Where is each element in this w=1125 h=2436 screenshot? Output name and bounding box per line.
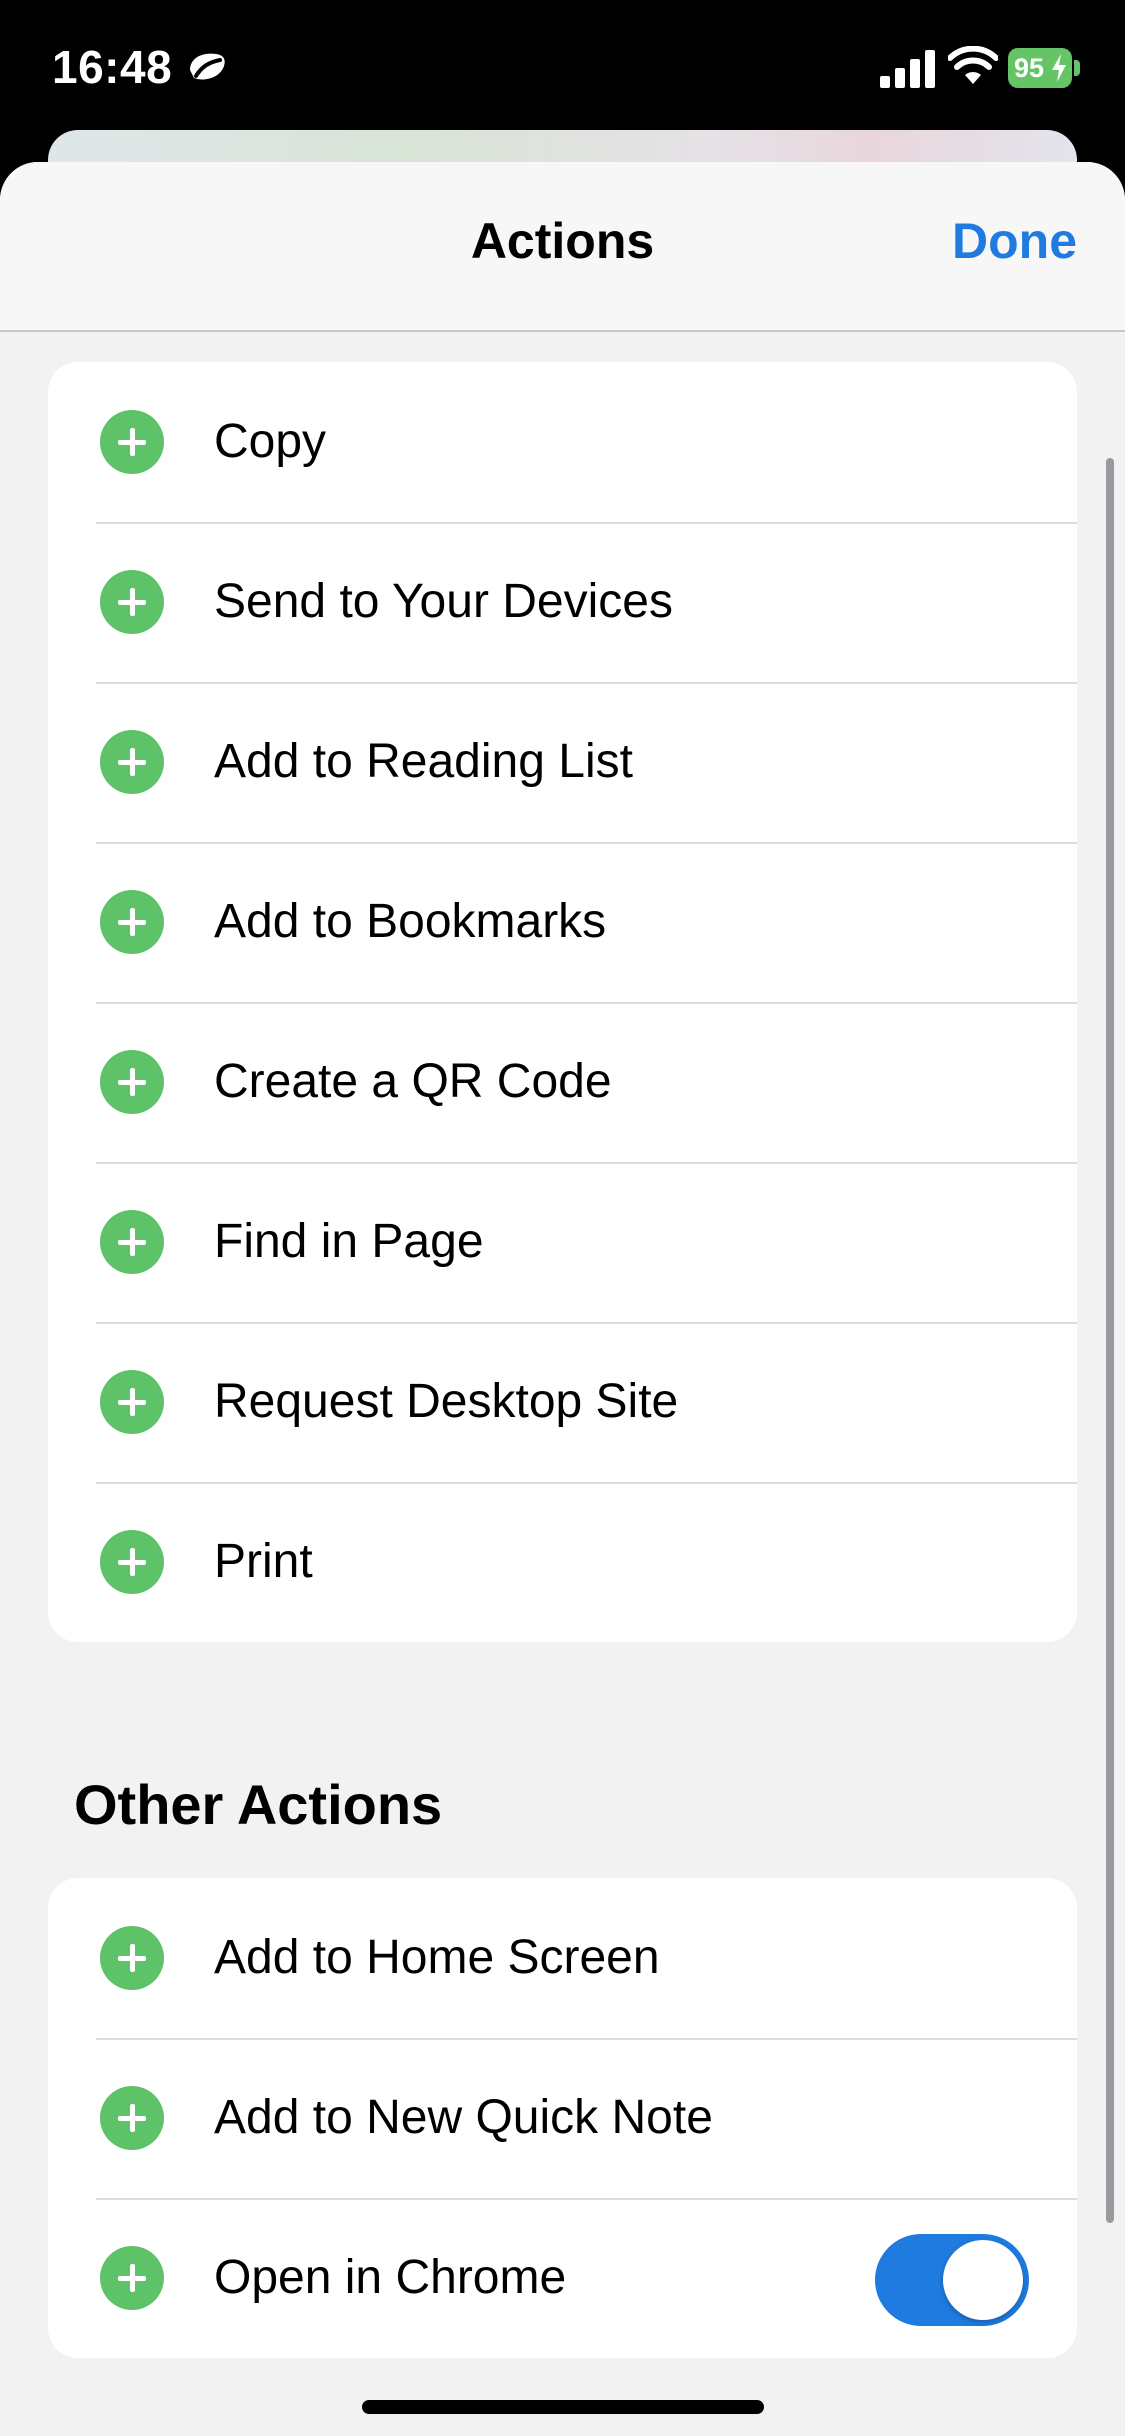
list-item-label: Add to Home Screen xyxy=(214,1931,660,1984)
list-item-label: Add to Reading List xyxy=(214,735,633,788)
actions-list: Copy Send to Your Devices Add to Reading… xyxy=(48,362,1077,1642)
open-in-chrome-toggle[interactable] xyxy=(875,2234,1029,2326)
battery-charging-icon xyxy=(1052,54,1066,82)
add-icon[interactable] xyxy=(100,1210,164,1274)
list-item-label: Add to Bookmarks xyxy=(214,895,607,948)
list-item[interactable]: Find in Page xyxy=(48,1162,1077,1322)
list-item-label: Create a QR Code xyxy=(214,1055,612,1108)
other-actions-list: Add to Home Screen Add to New Quick Note… xyxy=(48,1878,1077,2358)
list-item-label: Send to Your Devices xyxy=(214,575,673,628)
home-indicator[interactable] xyxy=(362,2400,764,2414)
list-item-label: Print xyxy=(214,1535,313,1588)
list-item[interactable]: Create a QR Code xyxy=(48,1002,1077,1162)
battery-tip xyxy=(1074,60,1080,76)
add-icon[interactable] xyxy=(100,2086,164,2150)
status-time: 16:48 xyxy=(52,41,173,93)
list-item[interactable]: Send to Your Devices xyxy=(48,522,1077,682)
cellular-signal-icon xyxy=(880,50,935,88)
list-item-label: Find in Page xyxy=(214,1215,484,1268)
list-item-label: Add to New Quick Note xyxy=(214,2091,713,2144)
add-icon[interactable] xyxy=(100,2246,164,2310)
battery-indicator: 95 xyxy=(1008,48,1072,88)
add-icon[interactable] xyxy=(100,890,164,954)
list-item[interactable]: Copy xyxy=(48,362,1077,522)
add-icon[interactable] xyxy=(100,730,164,794)
focus-sleep-icon xyxy=(190,53,225,80)
toggle-knob xyxy=(943,2240,1023,2320)
scrollbar[interactable] xyxy=(1106,458,1114,2223)
list-item[interactable]: Print xyxy=(48,1482,1077,1642)
list-item[interactable]: Add to Bookmarks xyxy=(48,842,1077,1002)
actions-sheet: Actions Done Copy Send to Your Devices A… xyxy=(0,162,1125,2436)
list-item[interactable]: Request Desktop Site xyxy=(48,1322,1077,1482)
nav-bar: Actions Done xyxy=(0,162,1125,332)
list-item[interactable]: Open in Chrome xyxy=(48,2198,1077,2358)
add-icon[interactable] xyxy=(100,1050,164,1114)
battery-level: 95 xyxy=(1014,52,1045,83)
list-item[interactable]: Add to Reading List xyxy=(48,682,1077,842)
add-icon[interactable] xyxy=(100,1370,164,1434)
list-item-label: Request Desktop Site xyxy=(214,1375,679,1428)
list-item-label: Copy xyxy=(214,415,327,468)
add-icon[interactable] xyxy=(100,570,164,634)
section-header-other-actions: Other Actions xyxy=(74,1773,443,1836)
add-icon[interactable] xyxy=(100,1926,164,1990)
list-item[interactable]: Add to New Quick Note xyxy=(48,2038,1077,2198)
list-item[interactable]: Add to Home Screen xyxy=(48,1878,1077,2038)
add-icon[interactable] xyxy=(100,410,164,474)
done-button[interactable]: Done xyxy=(952,212,1077,270)
wifi-icon xyxy=(948,46,998,84)
add-icon[interactable] xyxy=(100,1530,164,1594)
status-bar: 16:48 95 xyxy=(0,0,1125,140)
list-item-label: Open in Chrome xyxy=(214,2251,567,2304)
